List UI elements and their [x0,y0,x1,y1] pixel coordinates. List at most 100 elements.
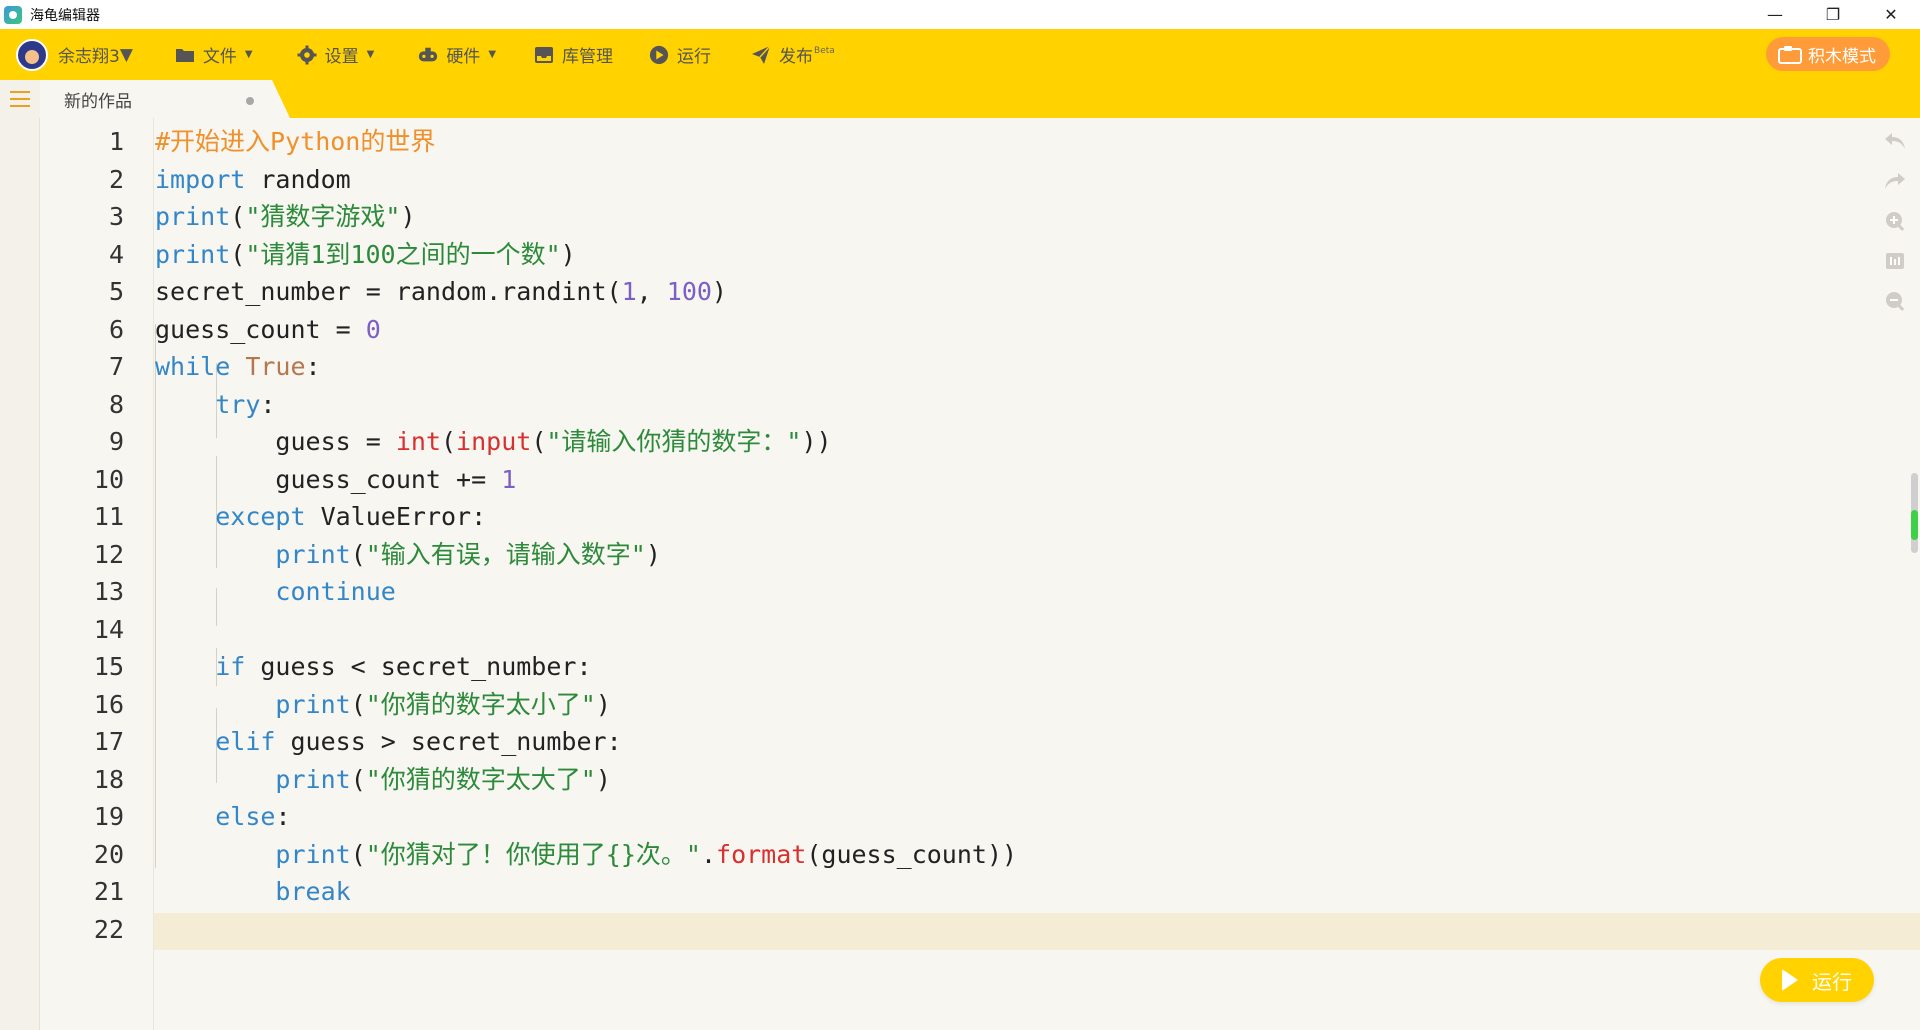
code-text[interactable]: #开始进入Python的世界 [155,123,435,161]
code-line[interactable]: 2 import random [40,161,1920,199]
code-token: ( [350,764,366,794]
code-token: ( [350,839,366,869]
line-number: 10 [93,464,124,494]
code-token: else [215,802,276,831]
code-token: break [275,877,351,906]
menu-library[interactable]: 库管理 [534,29,613,80]
code-text[interactable]: secret_number = random.randint(1, 100) [155,273,727,311]
vertical-scrollbar[interactable] [1908,118,1920,630]
code-token: print [275,689,351,719]
blocks-mode-button[interactable]: 积木模式 [1766,37,1890,71]
zoom-in-icon[interactable] [1882,208,1908,234]
code-line[interactable]: 10 guess_count += 1 [40,461,1920,499]
code-text[interactable]: guess_count += 1 [155,461,516,499]
code-line[interactable]: 19 else: [40,798,1920,836]
hamburger-menu-button[interactable] [0,80,40,118]
code-line[interactable]: 4 print("请猜1到100之间的一个数") [40,236,1920,274]
code-token: print [155,202,231,231]
code-line[interactable]: 15 if guess < secret_number: [40,648,1920,686]
code-token: guess > secret_number: [275,727,622,756]
window-controls: — ❐ ✕ [1746,0,1920,29]
code-line[interactable]: 22 [40,911,1920,949]
code-text[interactable]: elif guess > secret_number: [155,723,622,761]
menu-settings[interactable]: 设置 ▼ [297,29,375,80]
code-token: "你猜对了！你使用了{}次。" [365,839,701,869]
line-number: 19 [93,802,124,831]
code-token: : [305,352,321,381]
code-line[interactable]: 18 print("你猜的数字太大了") [40,761,1920,799]
code-line[interactable]: 21 break [40,873,1920,911]
code-text[interactable]: print("请猜1到100之间的一个数") [155,236,576,274]
code-text[interactable]: print("猜数字游戏") [155,198,416,236]
user-menu[interactable]: 余志翔3 ▼ [58,42,133,68]
font-size-icon[interactable] [1882,248,1908,274]
user-name-label: 余志翔3 [58,47,120,67]
menu-publish[interactable]: 发布 Beta [751,29,835,80]
menu-library-label: 库管理 [562,47,614,67]
code-text[interactable]: continue [155,573,395,611]
code-line[interactable]: 16 print("你猜的数字太小了") [40,686,1920,724]
code-line[interactable]: 6 guess_count = 0 [40,311,1920,349]
run-button-label: 运行 [1812,969,1852,994]
code-text[interactable]: while True: [155,348,321,386]
code-token: ( [531,427,547,456]
maximize-button[interactable]: ❐ [1804,0,1862,29]
code-text[interactable]: guess_count = 0 [155,311,381,349]
line-number: 1 [108,127,124,156]
code-line[interactable]: 13 continue [40,573,1920,611]
code-text[interactable]: print("你猜的数字太大了") [155,761,611,799]
code-line[interactable]: 20 print("你猜对了！你使用了{}次。".format(guess_co… [40,836,1920,874]
tab-new-work[interactable]: 新的作品 [40,80,290,118]
code-text[interactable]: print("你猜的数字太小了") [155,686,611,724]
code-editor[interactable]: 1 #开始进入Python的世界 2 import random 3 print("猜数字… [40,118,1920,1030]
line-number: 5 [108,277,124,306]
line-number: 13 [93,577,124,606]
user-avatar[interactable] [16,38,48,71]
code-token: "猜数字游戏" [245,202,401,231]
gamepad-icon [418,45,438,65]
code-token: input [456,427,532,456]
code-line[interactable]: 14 [40,611,1920,649]
code-text[interactable]: break [155,873,351,911]
run-button[interactable]: 运行 [1760,958,1874,1002]
code-line[interactable]: 12 print("输入有误，请输入数字") [40,536,1920,574]
code-token: , [636,277,667,306]
line-number: 15 [93,652,124,681]
code-text[interactable]: print("输入有误，请输入数字") [155,536,661,574]
title-bar: 海龟编辑器 — ❐ ✕ [0,0,1920,29]
code-token: 0 [365,314,381,344]
code-line[interactable]: 1 #开始进入Python的世界 [40,123,1920,161]
code-text[interactable]: except ValueError: [155,498,486,536]
redo-icon[interactable] [1882,168,1908,194]
code-text[interactable]: if guess < secret_number: [155,648,591,686]
code-line[interactable]: 17 elif guess > secret_number: [40,723,1920,761]
line-number: 6 [108,314,124,344]
tab-label: 新的作品 [64,91,132,112]
code-line[interactable]: 5 secret_number = random.randint(1, 100) [40,273,1920,311]
code-line[interactable]: 3 print("猜数字游戏") [40,198,1920,236]
line-number: 2 [108,164,124,194]
undo-icon[interactable] [1882,128,1908,154]
minimize-button[interactable]: — [1746,0,1804,29]
menu-bar: 余志翔3 ▼ 文件 ▼ 设置 ▼ 硬件 ▼ 库管理 运行 发布 Beta 积木模… [0,29,1920,80]
menu-run[interactable]: 运行 [649,29,711,80]
code-line[interactable]: 7 while True: [40,348,1920,386]
zoom-out-icon[interactable] [1882,288,1908,314]
code-line[interactable]: 11 except ValueError: [40,498,1920,536]
code-text[interactable]: else: [155,798,290,836]
code-lines[interactable]: 1 #开始进入Python的世界 2 import random 3 print("猜数字… [40,123,1920,948]
code-text[interactable]: guess = int(input("请输入你猜的数字：")) [155,423,831,461]
code-line[interactable]: 8 try: [40,386,1920,424]
menu-file[interactable]: 文件 ▼ [175,29,253,80]
code-token: 100 [666,277,712,306]
close-button[interactable]: ✕ [1862,0,1920,29]
code-text[interactable]: import random [155,161,351,199]
chevron-down-icon: ▼ [366,49,375,60]
code-text[interactable]: print("你猜对了！你使用了{}次。".format(guess_count… [155,836,1017,874]
menu-hardware[interactable]: 硬件 ▼ [418,29,496,80]
code-token: True [245,352,306,381]
code-text[interactable]: try: [155,386,275,424]
code-line[interactable]: 9 guess = int(input("请输入你猜的数字：")) [40,423,1920,461]
code-token: #开始进入Python的世界 [155,127,436,156]
unsaved-dot-icon[interactable] [246,97,254,105]
